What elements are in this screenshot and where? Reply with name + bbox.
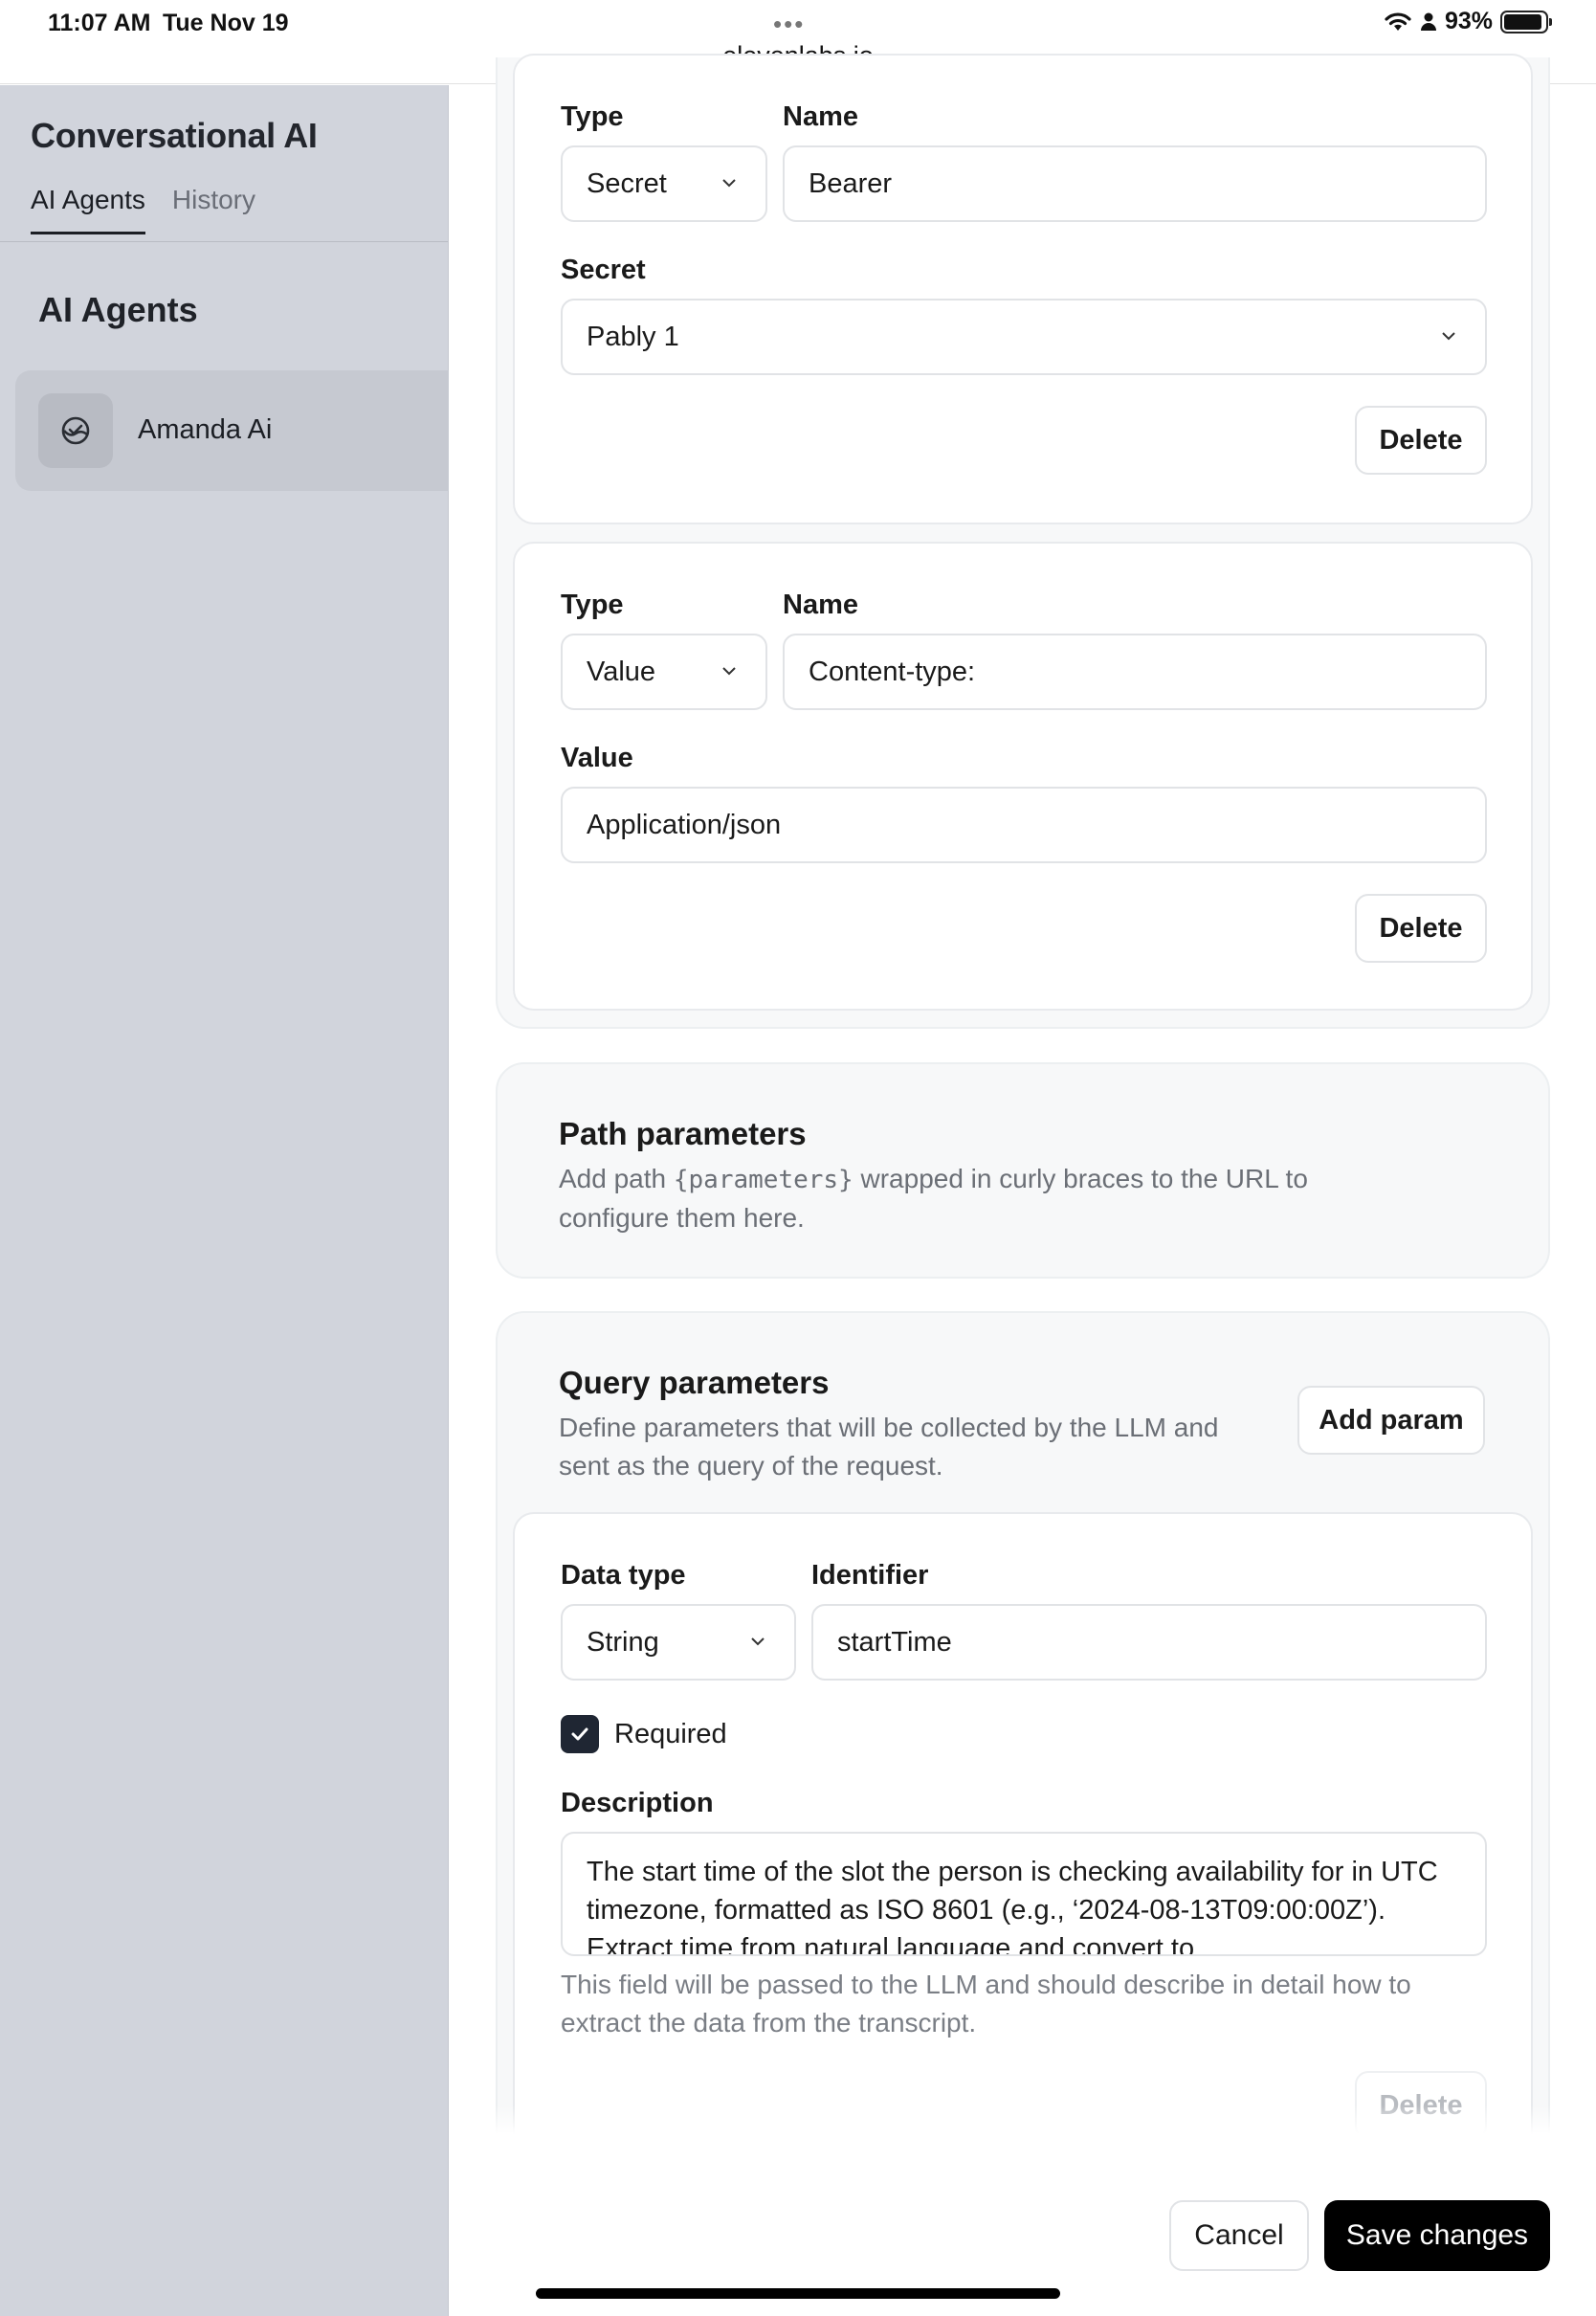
description-hint: This field will be passed to the LLM and…	[561, 1966, 1498, 2042]
query-parameters-description: Define parameters that will be collected…	[559, 1409, 1286, 1485]
header-item: Type Name Secret Bearer Secret Pably 1 D…	[513, 54, 1533, 524]
sidebar-item-amanda-ai[interactable]: Amanda Ai	[15, 370, 449, 491]
value-input[interactable]: Application/json	[561, 787, 1487, 863]
name-label: Name	[783, 101, 858, 132]
name-input-value: Content-type:	[809, 656, 976, 687]
delete-button[interactable]: Delete	[1355, 406, 1487, 475]
name-input-value: Bearer	[809, 167, 893, 199]
headers-section: Type Name Secret Bearer Secret Pably 1 D…	[496, 54, 1550, 1029]
wifi-icon	[1385, 11, 1411, 31]
header-item: Type Name Value Content-type: Value Appl…	[513, 542, 1533, 1011]
chevron-down-icon	[751, 1637, 765, 1646]
query-parameters-section: Query parameters Define parameters that …	[496, 1311, 1550, 2201]
desc-text: Define parameters that will be collected…	[559, 1413, 1219, 1442]
hint-text: extract the data from the transcript.	[561, 2008, 977, 2038]
person-icon	[1420, 12, 1436, 31]
status-time: 11:07 AM	[48, 10, 151, 36]
agent-name: Amanda Ai	[138, 414, 273, 445]
status-icons: 93%	[1384, 8, 1552, 35]
add-param-button[interactable]: Add param	[1297, 1386, 1485, 1455]
sidebar: Conversational AI AI Agents History AI A…	[0, 85, 449, 2316]
description-value: The start time of the slot the person is…	[587, 1857, 1438, 1956]
checkmark-icon	[571, 1727, 588, 1741]
identifier-value: startTime	[837, 1626, 952, 1658]
section-title: AI Agents	[38, 290, 198, 329]
battery-level	[1504, 13, 1542, 30]
battery-icon	[1500, 10, 1552, 33]
query-param-item: Data type Identifier String startTime Re…	[513, 1512, 1533, 2201]
identifier-input[interactable]: startTime	[811, 1604, 1487, 1681]
secret-select[interactable]: Pably 1	[561, 299, 1487, 375]
divider	[0, 241, 448, 242]
data-type-value: String	[587, 1626, 659, 1658]
required-label: Required	[614, 1719, 727, 1749]
description-label: Description	[561, 1788, 714, 1818]
home-indicator	[536, 2288, 1060, 2299]
chevron-down-icon	[1442, 332, 1455, 341]
status-date: Tue Nov 19	[163, 10, 289, 36]
tab-history[interactable]: History	[172, 185, 255, 234]
type-select[interactable]: Secret	[561, 145, 767, 222]
delete-button[interactable]: Delete	[1355, 894, 1487, 963]
more-options-icon[interactable]: •••	[773, 10, 805, 39]
data-type-select[interactable]: String	[561, 1604, 796, 1681]
desc-text: Add path	[559, 1164, 674, 1193]
identifier-label: Identifier	[811, 1560, 929, 1591]
value-input-value: Application/json	[587, 809, 782, 840]
value-label: Value	[561, 743, 633, 773]
chevron-down-icon	[722, 179, 736, 188]
query-parameters-title: Query parameters	[559, 1365, 830, 1400]
type-select[interactable]: Value	[561, 634, 767, 710]
type-label: Type	[561, 590, 624, 620]
required-checkbox[interactable]	[561, 1715, 599, 1753]
path-parameters-section: Path parameters Add path {parameters} wr…	[496, 1062, 1550, 1279]
type-select-value: Secret	[587, 167, 667, 199]
desc-text: wrapped in curly braces to the URL to	[853, 1164, 1308, 1193]
battery-percent: 93%	[1444, 8, 1493, 34]
agent-icon	[38, 393, 113, 468]
secret-label: Secret	[561, 255, 646, 285]
sidebar-tabs: AI Agents History	[31, 185, 255, 234]
path-parameters-description: Add path {parameters} wrapped in curly b…	[559, 1160, 1516, 1237]
desc-text: sent as the query of the request.	[559, 1451, 943, 1481]
desc-text: configure them here.	[559, 1203, 805, 1233]
tab-ai-agents[interactable]: AI Agents	[31, 185, 145, 234]
description-textarea[interactable]: The start time of the slot the person is…	[561, 1832, 1487, 1956]
scroll-fade	[450, 2105, 1596, 2134]
name-input[interactable]: Bearer	[783, 145, 1487, 222]
save-changes-button[interactable]: Save changes	[1324, 2200, 1550, 2271]
type-select-value: Value	[587, 656, 656, 687]
name-label: Name	[783, 590, 858, 620]
app-title: Conversational AI	[31, 116, 318, 155]
hint-text: This field will be passed to the LLM and…	[561, 1970, 1411, 1999]
secret-select-value: Pably 1	[587, 321, 679, 352]
cancel-button[interactable]: Cancel	[1169, 2200, 1309, 2271]
path-parameters-title: Path parameters	[559, 1116, 807, 1151]
chevron-down-icon	[722, 667, 736, 676]
name-input[interactable]: Content-type:	[783, 634, 1487, 710]
data-type-label: Data type	[561, 1560, 686, 1591]
parameters-code: {parameters}	[673, 1166, 853, 1194]
type-label: Type	[561, 101, 624, 132]
